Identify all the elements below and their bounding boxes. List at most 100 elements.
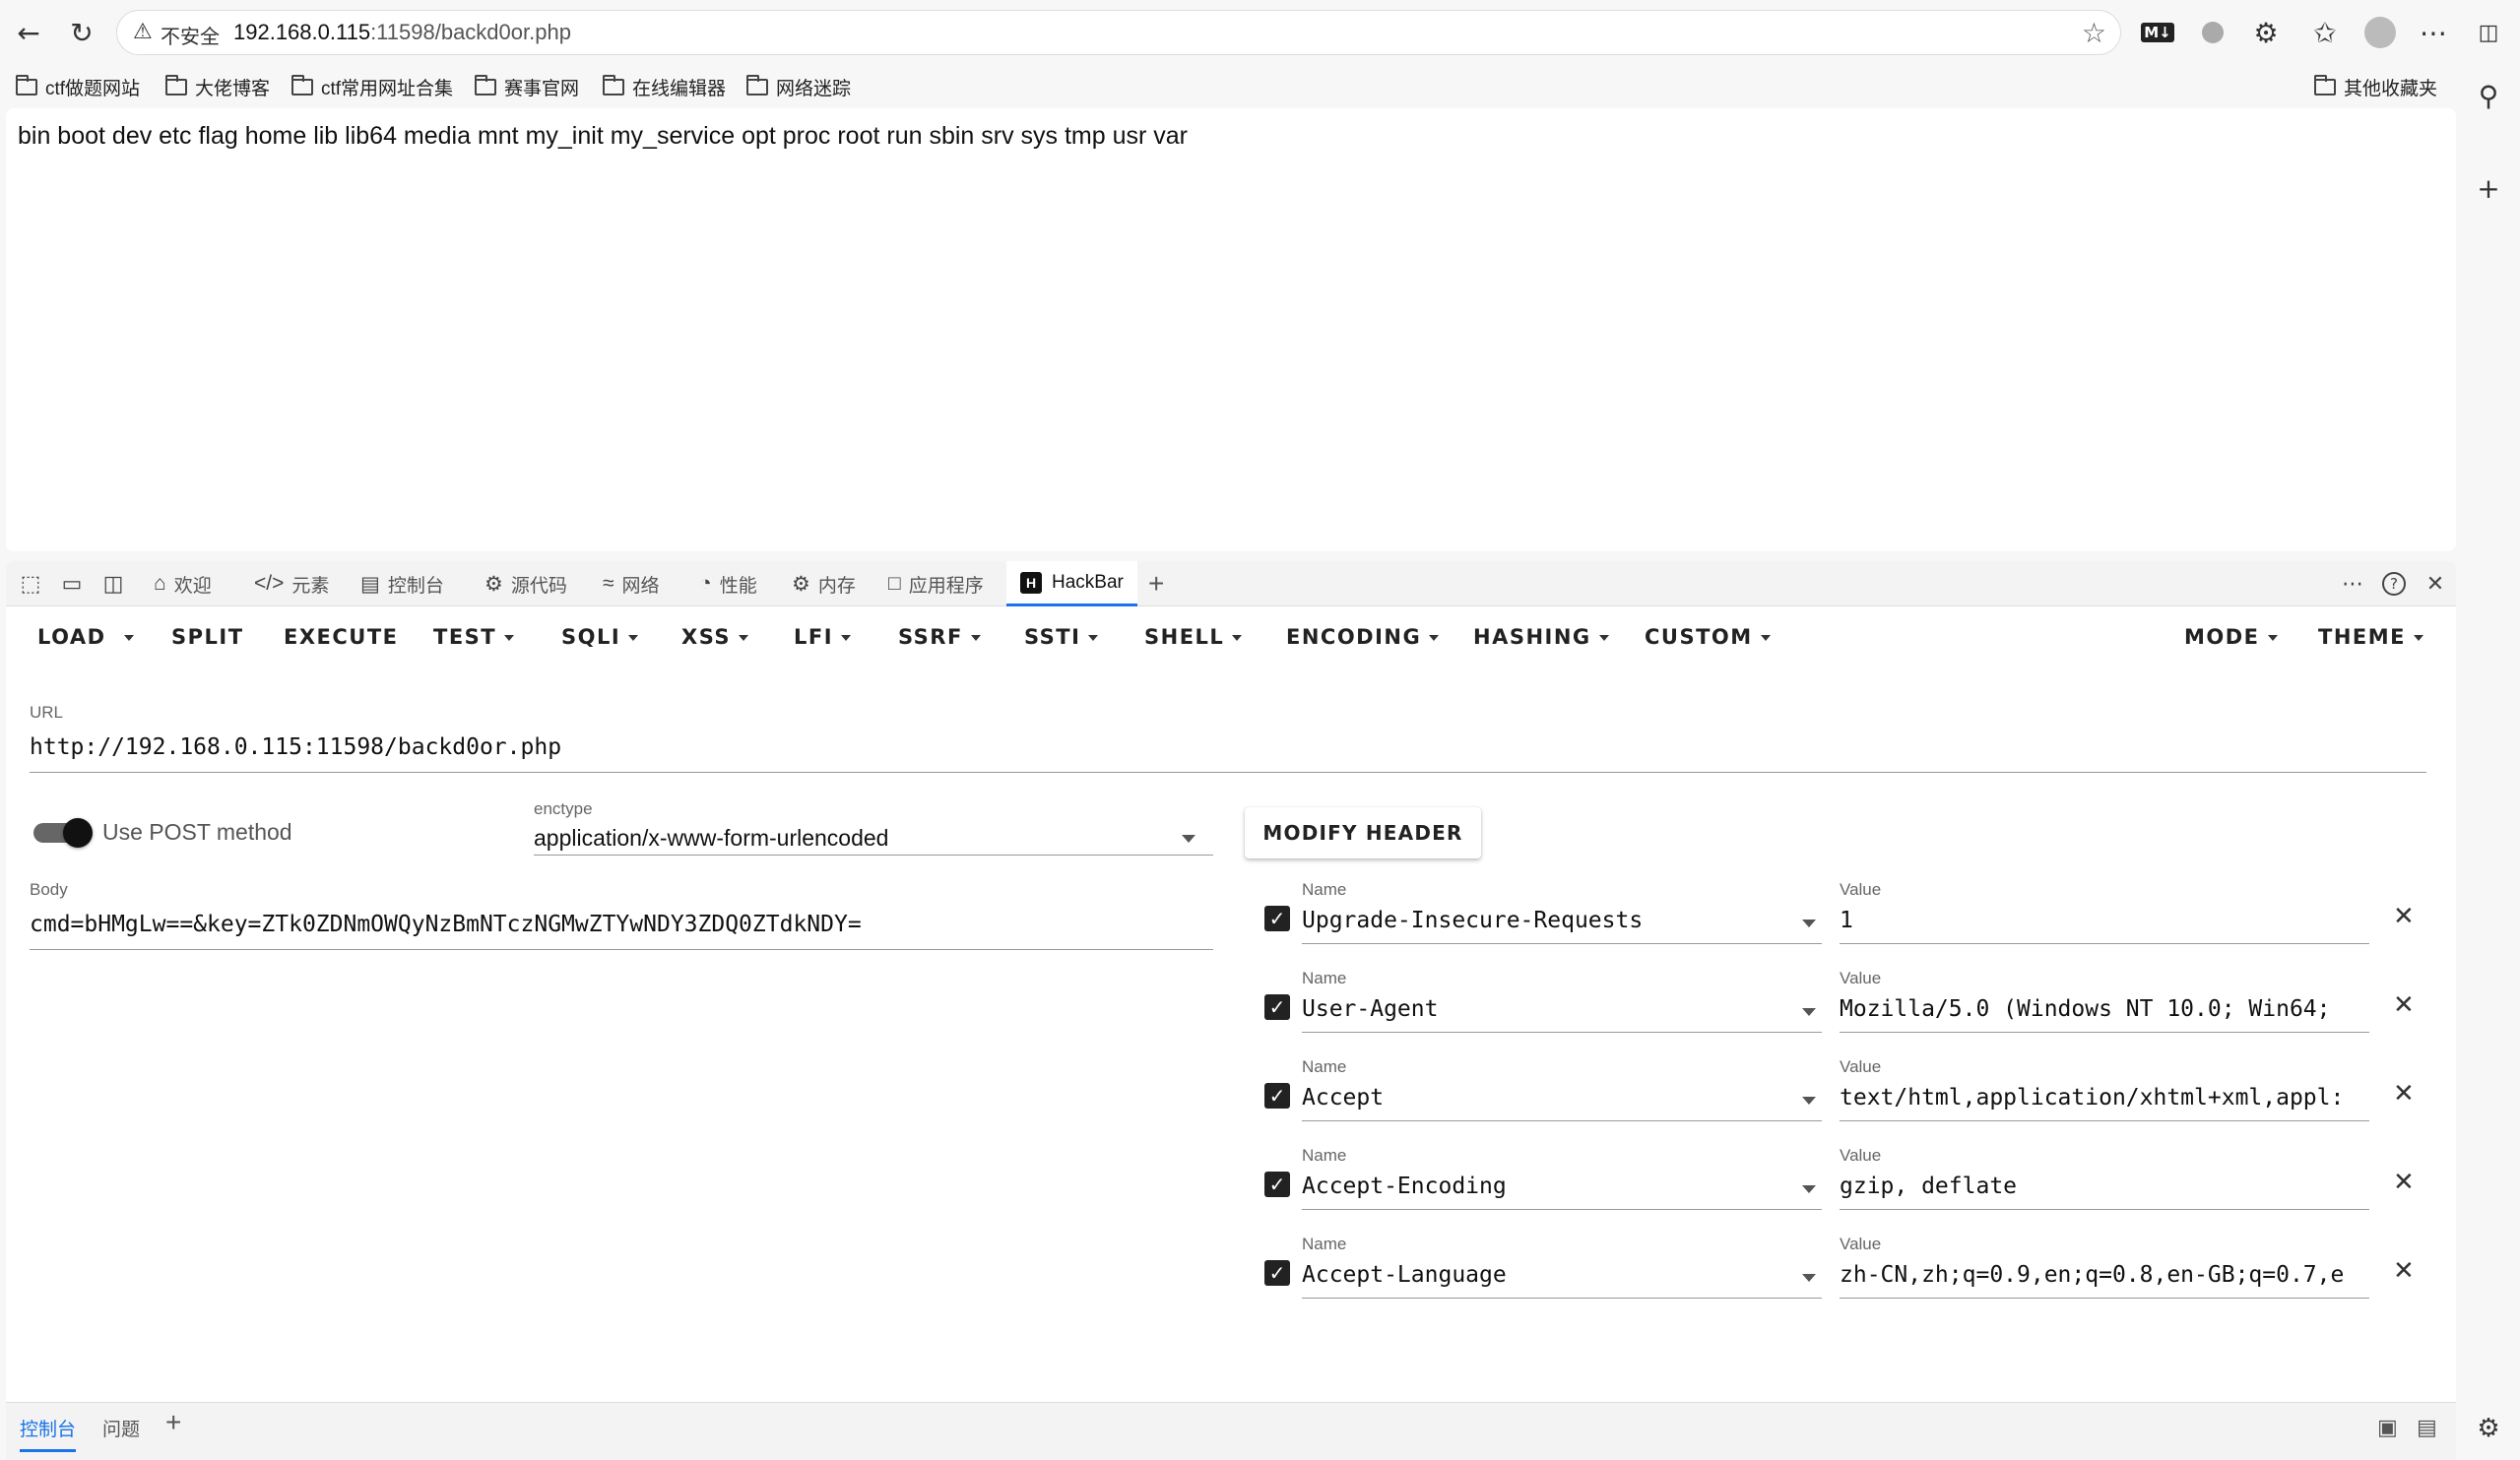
bookmark-folder[interactable]: 赛事官网 bbox=[475, 71, 579, 102]
extensions-icon[interactable]: ⚙ bbox=[2247, 14, 2285, 51]
tab-performance[interactable]: ◔ 性能 bbox=[699, 561, 757, 606]
header-value-field[interactable]: gzip, deflate bbox=[1840, 1174, 2367, 1199]
header-name-field[interactable]: Accept-Encoding bbox=[1302, 1174, 1794, 1199]
header-name-field[interactable]: Accept-Language bbox=[1302, 1262, 1794, 1288]
enctype-chevron-down-icon[interactable] bbox=[1182, 835, 1195, 843]
load-dropdown[interactable] bbox=[124, 625, 134, 649]
tab-welcome[interactable]: ⌂ 欢迎 bbox=[154, 561, 212, 606]
header-name-field[interactable]: User-Agent bbox=[1302, 996, 1794, 1022]
sqli-menu[interactable]: SQLI bbox=[561, 625, 639, 649]
tab-console[interactable]: ▤ 控制台 bbox=[360, 561, 444, 606]
devtools-tabbar: ⬚ ▭ ◫ ⌂ 欢迎 </> 元素 ▤ 控制台 ⚙ 源代码 ≈ 网络 ◔ 性能 ⚙ 内存 □ 应… bbox=[6, 561, 2456, 606]
folder-icon bbox=[291, 74, 313, 95]
address-bar[interactable]: ⚠ 不安全 192.168.0.115:11598/backd0or.php ☆ bbox=[116, 10, 2121, 55]
url-text[interactable]: 192.168.0.115:11598/backd0or.php bbox=[233, 20, 571, 45]
header-enabled-checkbox[interactable]: ✓ bbox=[1264, 1260, 1290, 1286]
inspect-element-icon[interactable]: ⬚ bbox=[16, 569, 45, 599]
execute-button[interactable]: EXECUTE bbox=[284, 625, 399, 649]
hashing-menu[interactable]: HASHING bbox=[1473, 625, 1609, 649]
star-icon[interactable]: ☆ bbox=[2082, 17, 2106, 49]
close-icon[interactable]: ✕ bbox=[2421, 569, 2450, 599]
load-button[interactable]: LOAD bbox=[37, 625, 106, 649]
mode-menu[interactable]: MODE bbox=[2184, 625, 2278, 649]
custom-menu[interactable]: CUSTOM bbox=[1645, 625, 1771, 649]
ssti-menu[interactable]: SSTI bbox=[1024, 625, 1099, 649]
undock-drawer-icon[interactable]: ▣ bbox=[2377, 1415, 2398, 1448]
url-field[interactable]: http://192.168.0.115:11598/backd0or.php bbox=[30, 734, 2426, 760]
extension-md-icon[interactable]: M↓ bbox=[2139, 14, 2176, 51]
more-icon[interactable]: ⋯ bbox=[2415, 14, 2452, 51]
header-value-field[interactable]: Mozilla/5.0 (Windows NT 10.0; Win64; bbox=[1840, 996, 2367, 1022]
tab-sources[interactable]: ⚙ 源代码 bbox=[485, 561, 567, 606]
settings-gear-icon[interactable]: ⚙ bbox=[2470, 1410, 2507, 1447]
bookmark-folder[interactable]: 网络迷踪 bbox=[746, 71, 851, 102]
device-toolbar-icon[interactable]: ▭ bbox=[57, 569, 87, 599]
shell-menu[interactable]: SHELL bbox=[1144, 625, 1243, 649]
bookmark-folder[interactable]: ctf做题网站 bbox=[16, 71, 140, 102]
close-drawer-icon[interactable]: ▤ bbox=[2417, 1415, 2437, 1448]
header-enabled-checkbox[interactable]: ✓ bbox=[1264, 1083, 1290, 1109]
header-enabled-checkbox[interactable]: ✓ bbox=[1264, 994, 1290, 1020]
theme-menu[interactable]: THEME bbox=[2318, 625, 2423, 649]
add-tab-icon[interactable]: + bbox=[1148, 561, 1164, 606]
remove-header-close-icon[interactable]: ✕ bbox=[2393, 1168, 2415, 1197]
remove-header-close-icon[interactable]: ✕ bbox=[2393, 1256, 2415, 1286]
other-bookmarks-folder[interactable]: 其他收藏夹 bbox=[2314, 71, 2437, 102]
chevron-down-icon[interactable] bbox=[1802, 1185, 1816, 1193]
chevron-down-icon[interactable] bbox=[1802, 1274, 1816, 1282]
header-value-field[interactable]: 1 bbox=[1840, 908, 2367, 933]
application-icon: □ bbox=[888, 572, 901, 595]
extension-circle-icon[interactable] bbox=[2194, 14, 2231, 51]
chevron-down-icon[interactable] bbox=[1802, 1097, 1816, 1105]
dock-side-icon[interactable]: ◫ bbox=[98, 569, 128, 599]
remove-header-close-icon[interactable]: ✕ bbox=[2393, 1079, 2415, 1109]
encoding-menu[interactable]: ENCODING bbox=[1286, 625, 1440, 649]
tab-hackbar[interactable]: H HackBar bbox=[1006, 561, 1137, 606]
split-button[interactable]: SPLIT bbox=[171, 625, 244, 649]
add-icon[interactable]: + bbox=[2470, 169, 2507, 207]
lfi-menu[interactable]: LFI bbox=[794, 625, 852, 649]
header-enabled-checkbox[interactable]: ✓ bbox=[1264, 1172, 1290, 1197]
drawer-tab-issues[interactable]: 问题 bbox=[102, 1415, 140, 1449]
xss-menu[interactable]: XSS bbox=[681, 625, 748, 649]
ssrf-menu[interactable]: SSRF bbox=[898, 625, 981, 649]
header-value-field[interactable]: text/html,application/xhtml+xml,appl: bbox=[1840, 1085, 2367, 1111]
drawer-tab-console[interactable]: 控制台 bbox=[20, 1415, 77, 1452]
header-enabled-checkbox[interactable]: ✓ bbox=[1264, 906, 1290, 931]
modify-header-button[interactable]: MODIFY HEADER bbox=[1245, 807, 1481, 858]
header-name-field[interactable]: Accept bbox=[1302, 1085, 1794, 1111]
add-drawer-tab-icon[interactable]: + bbox=[165, 1407, 181, 1446]
header-value-field[interactable]: zh-CN,zh;q=0.9,en;q=0.8,en-GB;q=0.7,e bbox=[1840, 1262, 2367, 1288]
body-field[interactable]: cmd=bHMgLw==&key=ZTk0ZDNmOWQyNzBmNTczNGM… bbox=[30, 912, 1211, 937]
right-sidebar: ⚲ + ⚙ bbox=[2456, 65, 2520, 1460]
bookmark-folder[interactable]: 在线编辑器 bbox=[603, 71, 726, 102]
post-method-toggle[interactable] bbox=[33, 818, 93, 848]
gauge-icon: ◔ bbox=[699, 572, 712, 595]
tab-application[interactable]: □ 应用程序 bbox=[888, 561, 984, 606]
header-row: ✓ Name Accept-Encoding Value gzip, defla… bbox=[1251, 1146, 2432, 1235]
tab-memory[interactable]: ⚙ 内存 bbox=[792, 561, 856, 606]
tab-network[interactable]: ≈ 网络 bbox=[603, 561, 660, 606]
body-field-underline bbox=[30, 949, 1213, 950]
help-icon[interactable]: ? bbox=[2379, 569, 2409, 599]
avatar[interactable] bbox=[2361, 14, 2399, 51]
security-label[interactable]: 不安全 bbox=[161, 21, 220, 49]
back-arrow-icon[interactable]: ← bbox=[10, 14, 47, 51]
warning-icon[interactable]: ⚠ bbox=[133, 20, 153, 44]
bookmark-folder[interactable]: ctf常用网址合集 bbox=[291, 71, 453, 102]
favorites-icon[interactable]: ✩ bbox=[2306, 14, 2344, 51]
chevron-down-icon[interactable] bbox=[1802, 1008, 1816, 1016]
header-row: ✓ Name User-Agent Value Mozilla/5.0 (Win… bbox=[1251, 969, 2432, 1057]
sidebar-toggle-icon[interactable]: ◫ bbox=[2470, 14, 2507, 51]
remove-header-close-icon[interactable]: ✕ bbox=[2393, 902, 2415, 931]
bookmark-folder[interactable]: 大佬博客 bbox=[165, 71, 270, 102]
enctype-select[interactable]: application/x-www-form-urlencoded bbox=[534, 825, 888, 852]
chevron-down-icon[interactable] bbox=[1802, 920, 1816, 927]
remove-header-close-icon[interactable]: ✕ bbox=[2393, 990, 2415, 1020]
test-menu[interactable]: TEST bbox=[433, 625, 515, 649]
more-icon[interactable]: ⋯ bbox=[2338, 569, 2367, 599]
reload-icon[interactable]: ↻ bbox=[63, 14, 100, 51]
tab-elements[interactable]: </> 元素 bbox=[254, 561, 329, 606]
search-icon[interactable]: ⚲ bbox=[2470, 77, 2507, 114]
header-name-field[interactable]: Upgrade-Insecure-Requests bbox=[1302, 908, 1794, 933]
